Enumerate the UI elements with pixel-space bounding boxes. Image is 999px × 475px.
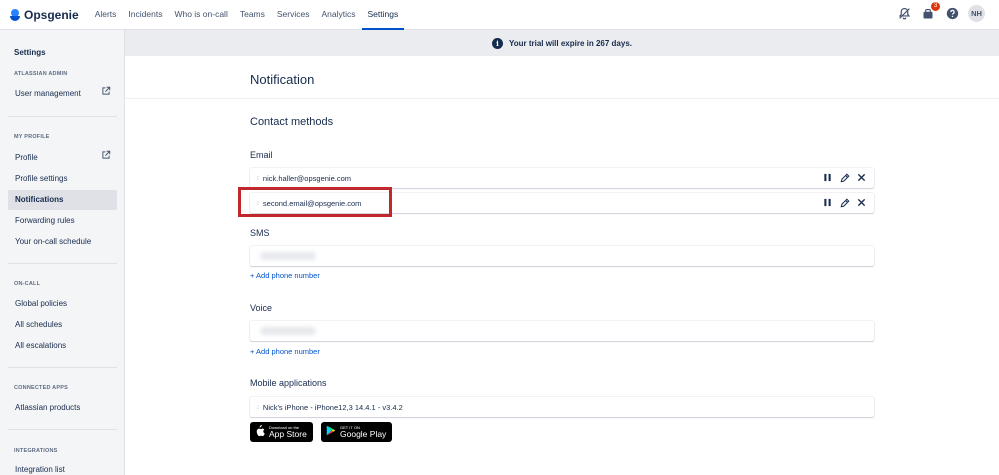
sidebar-item-forwarding-rules[interactable]: Forwarding rules [8, 211, 117, 231]
section-integrations: INTEGRATIONS [14, 448, 58, 454]
edit-icon[interactable] [838, 171, 851, 184]
google-play-big-text: Google Play [340, 429, 387, 439]
sidebar-item-label: Forwarding rules [15, 216, 75, 225]
opsgenie-logo-icon [10, 8, 20, 21]
row-actions [821, 171, 868, 184]
notification-count-badge: 3 [931, 1, 940, 11]
sidebar-divider [8, 263, 117, 264]
sidebar-item-on-call-schedule[interactable]: Your on-call schedule [8, 232, 117, 252]
sidebar-item-notifications[interactable]: Notifications [8, 190, 117, 210]
sidebar-item-atlassian-products[interactable]: Atlassian products [8, 398, 117, 418]
section-my-profile: MY PROFILE [14, 134, 50, 140]
contact-methods-heading: Contact methods [250, 116, 334, 128]
app-store-big-text: App Store [269, 429, 307, 439]
row-actions [821, 196, 868, 209]
sidebar-item-label: Global policies [15, 299, 68, 308]
app-store-badge[interactable]: Download on the App Store [250, 422, 313, 442]
edit-icon[interactable] [838, 196, 851, 209]
sidebar-item-profile[interactable]: Profile [8, 148, 117, 168]
sidebar-item-all-escalations[interactable]: All escalations [8, 336, 117, 356]
top-navigation: Opsgenie Alerts Incidents Who is on-call… [0, 0, 999, 30]
pause-icon[interactable] [821, 171, 834, 184]
redacted-phone-number [260, 252, 316, 260]
sidebar-item-label: Your on-call schedule [15, 237, 92, 246]
sidebar-item-all-schedules[interactable]: All schedules [8, 315, 117, 335]
apple-icon [255, 424, 265, 440]
bell-mute-icon[interactable] [896, 6, 912, 22]
email-heading: Email [250, 150, 273, 160]
voice-row[interactable] [250, 321, 874, 341]
sms-row[interactable] [250, 246, 874, 266]
mobile-applications-heading: Mobile applications [250, 378, 327, 388]
email-address: nick.haller@opsgenie.com [262, 173, 351, 183]
sidebar-item-global-policies[interactable]: Global policies [8, 294, 117, 314]
sidebar-item-label: Notifications [15, 195, 64, 204]
nav-services[interactable]: Services [271, 0, 316, 30]
google-play-badge[interactable]: GET IT ON Google Play [321, 422, 392, 442]
user-avatar[interactable]: NH [968, 5, 985, 22]
sidebar-divider [8, 367, 117, 368]
notifications-icon[interactable]: 3 [920, 1, 940, 22]
sidebar-item-label: Profile settings [15, 174, 68, 183]
sidebar-item-label: Integration list [15, 465, 65, 474]
sidebar-divider [8, 116, 117, 117]
trial-banner-text: Your trial will expire in 267 days. [508, 38, 632, 48]
nav-incidents[interactable]: Incidents [122, 0, 168, 30]
email-row[interactable]: ⁝ nick.haller@opsgenie.com [250, 168, 874, 188]
voice-heading: Voice [250, 303, 273, 313]
sidebar-divider [8, 429, 117, 430]
main-nav: Alerts Incidents Who is on-call Teams Se… [89, 0, 405, 30]
drag-handle-icon[interactable]: ⁝ [257, 404, 259, 411]
section-connected-apps: CONNECTED APPS [14, 385, 68, 391]
sidebar-item-profile-settings[interactable]: Profile settings [8, 169, 117, 189]
add-sms-phone-link[interactable]: + Add phone number [250, 271, 320, 280]
google-play-icon [326, 425, 336, 439]
delete-icon[interactable] [855, 196, 868, 209]
redacted-phone-number [260, 327, 316, 335]
highlight-box [238, 187, 392, 217]
nav-alerts[interactable]: Alerts [89, 0, 123, 30]
opsgenie-logo[interactable]: Opsgenie [10, 8, 79, 22]
trial-banner: i Your trial will expire in 267 days. [125, 30, 999, 56]
info-icon: i [491, 37, 503, 49]
help-icon[interactable] [944, 6, 960, 22]
sms-heading: SMS [250, 228, 270, 238]
mobile-device-row[interactable]: ⁝ Nick's iPhone - iPhone12,3 14.4.1 - v3… [250, 397, 874, 417]
section-on-call: ON-CALL [14, 281, 41, 287]
page-title: Notification [250, 72, 315, 87]
sidebar-title: Settings [14, 48, 46, 57]
nav-who-is-on-call[interactable]: Who is on-call [168, 0, 233, 30]
pause-icon[interactable] [821, 196, 834, 209]
delete-icon[interactable] [855, 171, 868, 184]
nav-settings[interactable]: Settings [361, 0, 405, 30]
external-link-icon [101, 84, 111, 104]
sidebar-item-label: All escalations [15, 341, 67, 350]
external-link-icon [101, 148, 111, 168]
section-atlassian-admin: ATLASSIAN ADMIN [14, 71, 68, 77]
sidebar-item-label: All schedules [15, 320, 63, 329]
nav-analytics[interactable]: Analytics [315, 0, 361, 30]
sidebar-item-label: Atlassian products [15, 403, 81, 412]
sidebar-item-label: User management [15, 89, 81, 98]
brand-name: Opsgenie [24, 7, 79, 22]
device-name: Nick's iPhone - iPhone12,3 14.4.1 - v3.4… [262, 402, 403, 412]
sidebar-item-integration-list[interactable]: Integration list [8, 460, 117, 475]
add-voice-phone-link[interactable]: + Add phone number [250, 347, 320, 356]
title-divider [125, 98, 999, 99]
sidebar-item-label: Profile [15, 153, 38, 162]
nav-teams[interactable]: Teams [234, 0, 271, 30]
sidebar-item-user-management[interactable]: User management [8, 84, 117, 104]
top-right-actions: 3 NH [896, 1, 985, 22]
drag-handle-icon[interactable]: ⁝ [257, 175, 259, 182]
settings-sidebar: Settings ATLASSIAN ADMIN User management… [0, 30, 125, 475]
